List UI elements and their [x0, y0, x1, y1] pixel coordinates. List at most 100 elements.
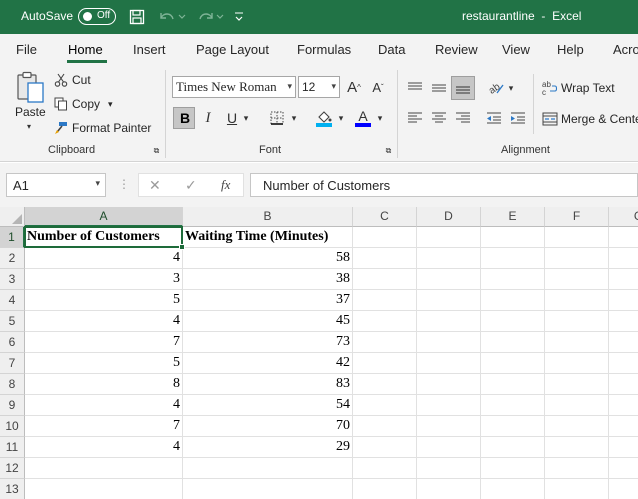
clipboard-launcher-icon[interactable]: ⧉ — [152, 146, 161, 155]
cell-b12[interactable] — [183, 458, 353, 479]
row-header-11[interactable]: 11 — [0, 437, 25, 458]
cell-a12[interactable] — [25, 458, 183, 479]
row-header-2[interactable]: 2 — [0, 248, 25, 269]
cell-b5[interactable]: 45 — [183, 311, 353, 332]
cell-e4[interactable] — [481, 290, 545, 311]
cell-b7[interactable]: 42 — [183, 353, 353, 374]
cell-c9[interactable] — [353, 395, 417, 416]
cell-a7[interactable]: 5 — [25, 353, 183, 374]
decrease-indent-button[interactable] — [484, 108, 504, 128]
cell-c1[interactable] — [353, 227, 417, 248]
cell-d4[interactable] — [417, 290, 481, 311]
cell-f7[interactable] — [545, 353, 609, 374]
cell-g2[interactable] — [609, 248, 638, 269]
cell-f8[interactable] — [545, 374, 609, 395]
cut-button[interactable]: Cut — [54, 71, 91, 89]
insert-function-icon[interactable]: fx — [221, 177, 230, 193]
cell-f1[interactable] — [545, 227, 609, 248]
cell-c2[interactable] — [353, 248, 417, 269]
cell-c6[interactable] — [353, 332, 417, 353]
cell-a4[interactable]: 5 — [25, 290, 183, 311]
paste-dropdown-icon[interactable]: ▾ — [24, 122, 34, 131]
cell-a2[interactable]: 4 — [25, 248, 183, 269]
cell-b13[interactable] — [183, 479, 353, 499]
row-header-4[interactable]: 4 — [0, 290, 25, 311]
row-header-8[interactable]: 8 — [0, 374, 25, 395]
cell-b8[interactable]: 83 — [183, 374, 353, 395]
cell-g6[interactable] — [609, 332, 638, 353]
underline-dropdown-icon[interactable]: ▾ — [242, 112, 250, 124]
cell-f4[interactable] — [545, 290, 609, 311]
select-all-corner[interactable] — [0, 207, 25, 227]
customize-qat-button[interactable] — [232, 6, 246, 28]
formula-input[interactable]: Number of Customers — [250, 173, 638, 197]
cancel-icon[interactable]: ✕ — [149, 177, 161, 194]
cell-g10[interactable] — [609, 416, 638, 437]
row-header-9[interactable]: 9 — [0, 395, 25, 416]
column-header-e[interactable]: E — [481, 207, 545, 227]
cell-e2[interactable] — [481, 248, 545, 269]
cell-e8[interactable] — [481, 374, 545, 395]
font-size-select[interactable]: 12 ▾ — [298, 76, 340, 98]
column-header-d[interactable]: D — [417, 207, 481, 227]
tab-file[interactable]: File — [16, 42, 37, 57]
cell-b1[interactable]: Waiting Time (Minutes) — [183, 227, 353, 248]
cell-f5[interactable] — [545, 311, 609, 332]
cell-b6[interactable]: 73 — [183, 332, 353, 353]
cell-e3[interactable] — [481, 269, 545, 290]
cell-c7[interactable] — [353, 353, 417, 374]
cell-g5[interactable] — [609, 311, 638, 332]
column-header-f[interactable]: F — [545, 207, 609, 227]
tab-data[interactable]: Data — [378, 42, 405, 57]
cell-a10[interactable]: 7 — [25, 416, 183, 437]
tab-review[interactable]: Review — [435, 42, 478, 57]
column-header-c[interactable]: C — [353, 207, 417, 227]
paste-label[interactable]: Paste — [15, 105, 46, 119]
cell-g3[interactable] — [609, 269, 638, 290]
top-align-button[interactable] — [405, 78, 425, 98]
cell-d2[interactable] — [417, 248, 481, 269]
middle-align-button[interactable] — [429, 78, 449, 98]
cell-b4[interactable]: 37 — [183, 290, 353, 311]
cell-e7[interactable] — [481, 353, 545, 374]
cell-b10[interactable]: 70 — [183, 416, 353, 437]
chevron-down-icon[interactable]: ▾ — [95, 178, 100, 189]
cell-g7[interactable] — [609, 353, 638, 374]
row-header-3[interactable]: 3 — [0, 269, 25, 290]
paste-button[interactable] — [12, 70, 48, 106]
cell-f2[interactable] — [545, 248, 609, 269]
row-header-5[interactable]: 5 — [0, 311, 25, 332]
cell-c4[interactable] — [353, 290, 417, 311]
cell-c5[interactable] — [353, 311, 417, 332]
cell-e11[interactable] — [481, 437, 545, 458]
tab-acrobat[interactable]: Acro — [613, 42, 638, 57]
cell-a5[interactable]: 4 — [25, 311, 183, 332]
cell-c8[interactable] — [353, 374, 417, 395]
undo-button[interactable] — [156, 6, 188, 28]
cell-e13[interactable] — [481, 479, 545, 499]
row-header-10[interactable]: 10 — [0, 416, 25, 437]
shrink-font-button[interactable]: Aˇ — [368, 76, 388, 98]
align-right-button[interactable] — [453, 108, 473, 128]
fill-color-dropdown-icon[interactable]: ▾ — [337, 112, 345, 124]
copy-button[interactable]: Copy ▾ — [54, 95, 113, 113]
column-header-b[interactable]: B — [183, 207, 353, 227]
cell-g4[interactable] — [609, 290, 638, 311]
tab-formulas[interactable]: Formulas — [297, 42, 351, 57]
bottom-align-button[interactable] — [451, 76, 475, 100]
fill-color-button[interactable] — [313, 108, 335, 128]
cell-d3[interactable] — [417, 269, 481, 290]
cell-e5[interactable] — [481, 311, 545, 332]
cell-g11[interactable] — [609, 437, 638, 458]
row-header-7[interactable]: 7 — [0, 353, 25, 374]
fill-handle[interactable] — [179, 244, 185, 250]
cell-c12[interactable] — [353, 458, 417, 479]
cell-g12[interactable] — [609, 458, 638, 479]
cell-c3[interactable] — [353, 269, 417, 290]
borders-dropdown-icon[interactable]: ▾ — [290, 112, 298, 124]
cell-d7[interactable] — [417, 353, 481, 374]
bold-button[interactable]: B — [173, 107, 195, 129]
cell-d12[interactable] — [417, 458, 481, 479]
cell-f11[interactable] — [545, 437, 609, 458]
save-button[interactable] — [127, 6, 147, 28]
